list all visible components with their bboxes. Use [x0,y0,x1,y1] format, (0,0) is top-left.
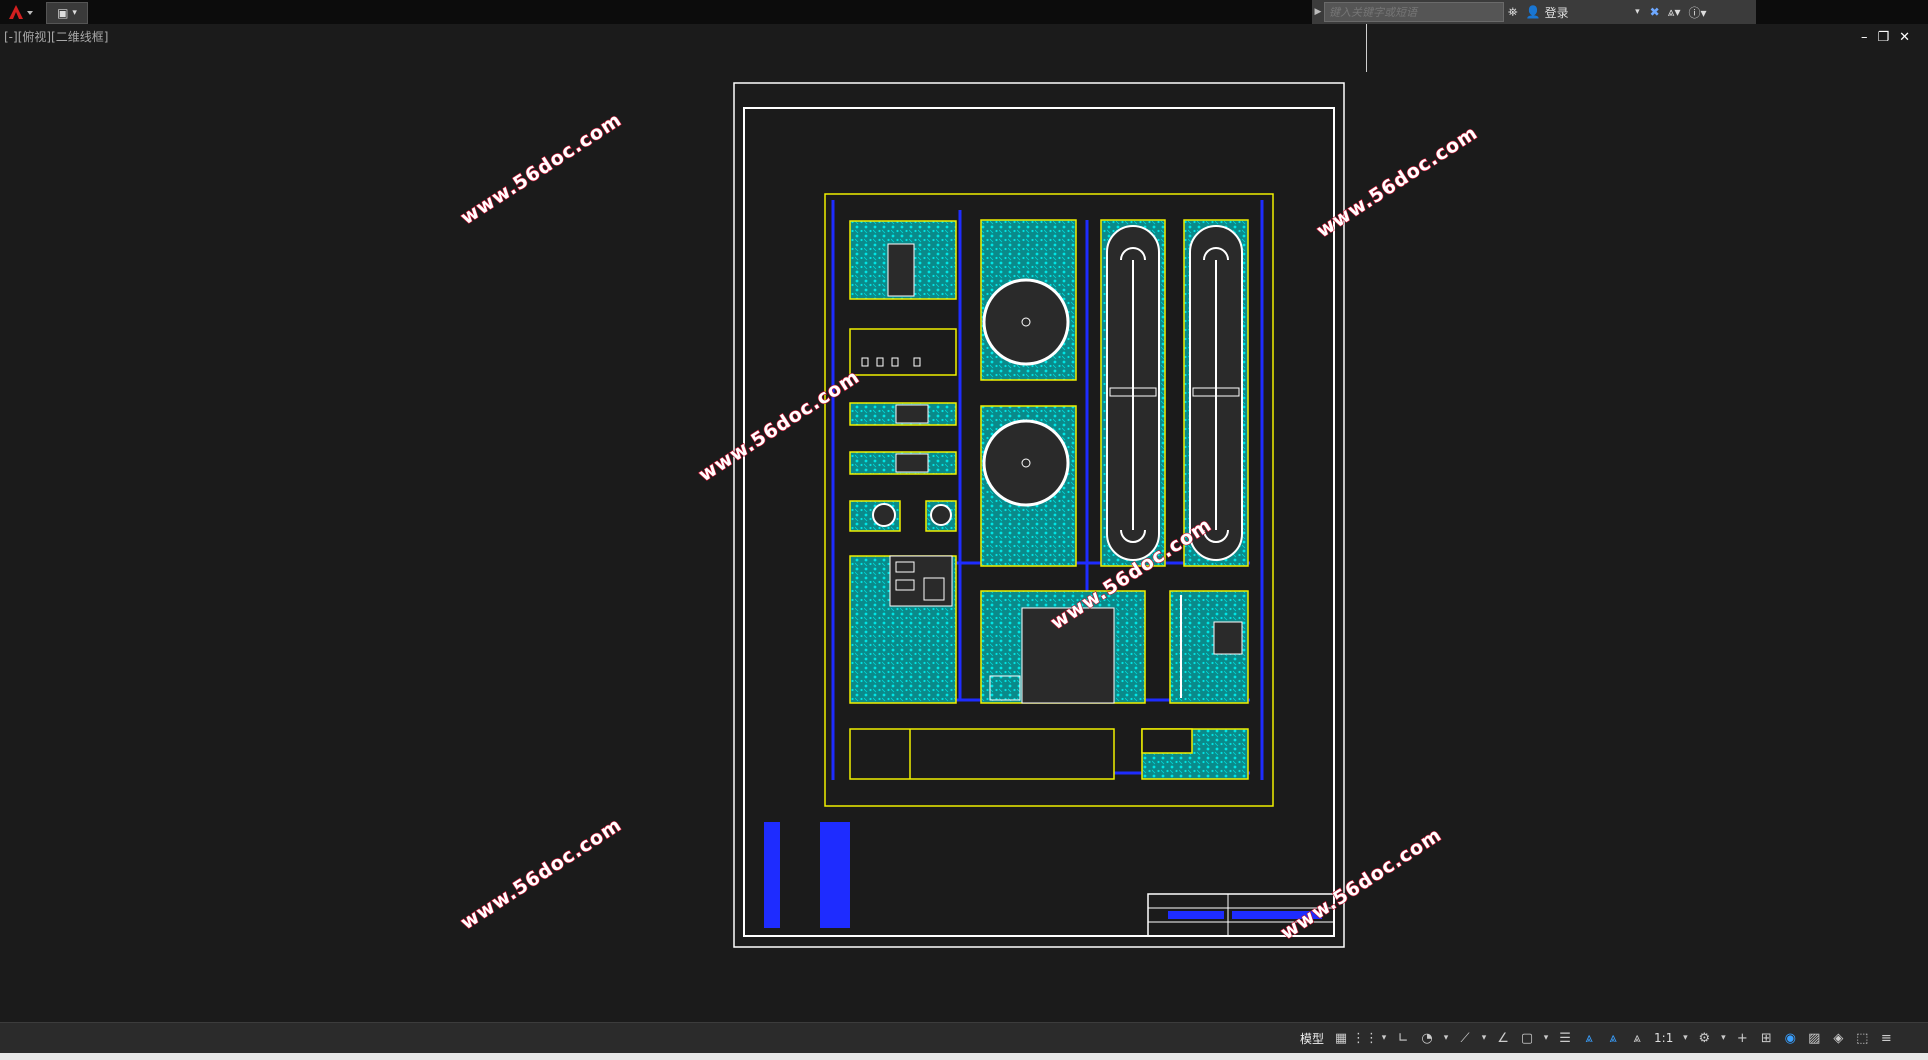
watermark-text: www.56doc.com [1277,824,1446,944]
office-building[interactable] [849,728,1115,780]
performance-icon[interactable]: ◈ [1827,1027,1849,1049]
isodraft-icon[interactable]: ⟋ [1454,1027,1476,1049]
drawing-canvas[interactable]: www.56doc.com www.56doc.com www.56doc.co… [0,0,1928,1020]
workspace-gear-icon[interactable]: ⚙ [1693,1027,1715,1049]
plus-icon[interactable]: + [1731,1027,1753,1049]
customization-menu-icon[interactable]: ≡ [1875,1027,1897,1049]
clean-screen-icon[interactable]: ⬚ [1851,1027,1873,1049]
watermark-text: www.56doc.com [695,366,864,486]
grid-icon[interactable]: ▦ [1330,1027,1352,1049]
lineweight-icon[interactable]: ☰ [1554,1027,1576,1049]
polar-tracking-icon[interactable]: ◔ [1416,1027,1438,1049]
taskbar-strip [0,1053,1928,1060]
annotation-scale-icon[interactable]: ⩓ [1626,1027,1648,1049]
annotation-visibility-icon[interactable]: ⩓ [1578,1027,1600,1049]
object-snap-tracking-icon[interactable]: ∠ [1492,1027,1514,1049]
osnap-dropdown-icon[interactable]: ▾ [1540,1027,1552,1049]
scale-dropdown-icon[interactable]: ▾ [1679,1027,1691,1049]
sludge-equipment [889,555,953,607]
watermarks: www.56doc.com www.56doc.com www.56doc.co… [456,108,1482,945]
watermark-text: www.56doc.com [457,109,626,229]
annotation-scale-value[interactable]: 1:1 [1650,1031,1677,1045]
drawing-notes [764,822,850,928]
isolate-objects-icon[interactable]: ◉ [1779,1027,1801,1049]
model-space-button[interactable]: 模型 [1296,1030,1328,1047]
auto-scale-icon[interactable]: ⩓ [1602,1027,1624,1049]
units-icon[interactable]: ⊞ [1755,1027,1777,1049]
iso-dropdown-icon[interactable]: ▾ [1478,1027,1490,1049]
hardware-acceleration-icon[interactable]: ▨ [1803,1027,1825,1049]
snap-icon[interactable]: ⋮⋮ [1352,1027,1378,1049]
status-bar: 模型 ▦ ⋮⋮ ▾ ∟ ◔ ▾ ⟋ ▾ ∠ ▢ ▾ ☰ ⩓ ⩓ ⩓ 1:1 ▾ … [0,1022,1928,1053]
watermark-text: www.56doc.com [457,814,626,934]
ortho-icon[interactable]: ∟ [1392,1027,1414,1049]
screen-equipment [887,243,915,297]
workspace-dropdown-icon[interactable]: ▾ [1717,1027,1729,1049]
status-toolbar: 模型 ▦ ⋮⋮ ▾ ∟ ◔ ▾ ⟋ ▾ ∠ ▢ ▾ ☰ ⩓ ⩓ ⩓ 1:1 ▾ … [1296,1027,1897,1049]
polar-dropdown-icon[interactable]: ▾ [1440,1027,1452,1049]
watermark-text: www.56doc.com [1313,122,1482,242]
snap-dropdown-icon[interactable]: ▾ [1378,1027,1390,1049]
pump-room[interactable] [849,328,957,376]
object-snap-icon[interactable]: ▢ [1516,1027,1538,1049]
